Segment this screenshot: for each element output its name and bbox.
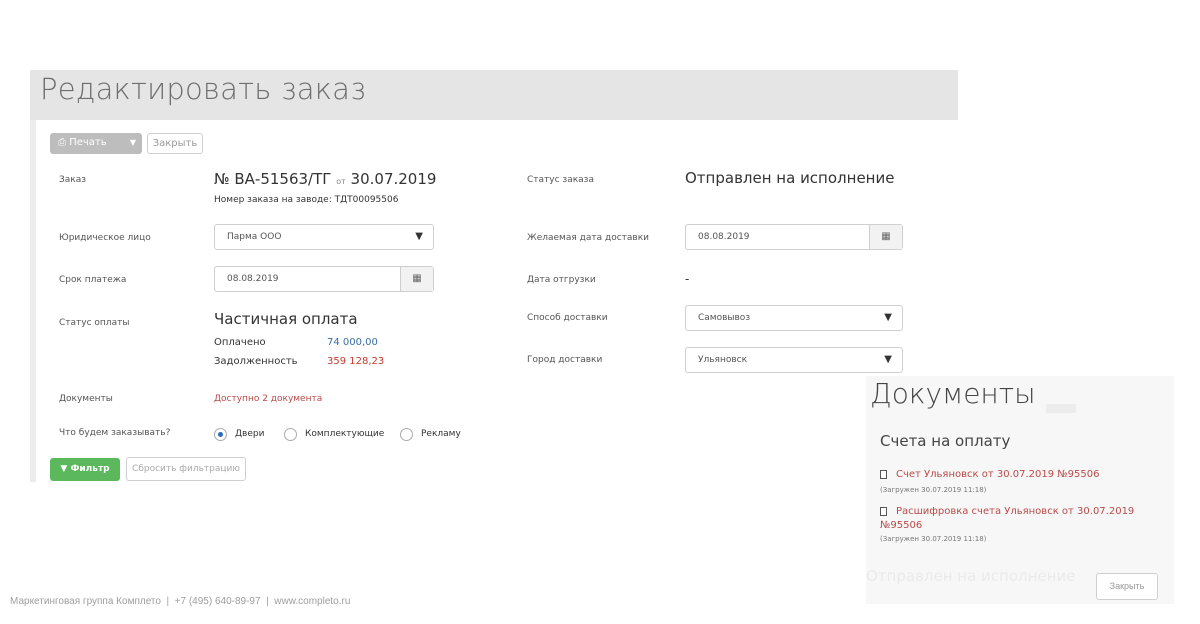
legal-entity-label: Юридическое лицо <box>59 233 151 243</box>
payment-status-value: Частичная оплата <box>214 310 358 328</box>
invoice-meta-1: (Загружен 30.07.2019 11:18) <box>880 486 987 494</box>
desired-delivery-input[interactable]: 08.08.2019 ▦ <box>685 224 903 250</box>
radio-advertising-label: Рекламу <box>421 429 461 439</box>
payment-term-input[interactable]: 08.08.2019 ▦ <box>214 266 434 292</box>
reset-filter-button[interactable]: Сбросить фильтрацию <box>126 457 246 481</box>
order-of-word: от <box>336 177 346 186</box>
order-number-line: № ВА-51563/ТГ от 30.07.2019 <box>214 170 436 188</box>
printer-icon: ⎙ <box>58 137 70 148</box>
radio-components[interactable] <box>284 428 297 441</box>
documents-link[interactable]: Доступно 2 документа <box>214 394 322 404</box>
radio-advertising[interactable] <box>400 428 413 441</box>
documents-label: Документы <box>59 394 113 404</box>
desired-delivery-label: Желаемая дата доставки <box>527 233 649 243</box>
file-icon <box>880 507 887 516</box>
footer-text: Маркетинговая группа Комплето | +7 (495)… <box>10 596 351 607</box>
invoice-meta-2: (Загружен 30.07.2019 11:18) <box>880 535 987 543</box>
ghost-status-text: Отправлен на исполнение <box>866 567 1076 585</box>
paid-value: 74 000,00 <box>327 337 378 348</box>
legal-entity-select[interactable]: Парма ООО ▼ <box>214 224 434 250</box>
invoice-link-2[interactable]: Расшифровка счета Ульяновск от 30.07.201… <box>896 505 1134 518</box>
invoice-link-1[interactable]: Счет Ульяновск от 30.07.2019 №95506 <box>896 468 1099 481</box>
form-left-edge <box>30 120 36 482</box>
order-type-label: Что будем заказывать? <box>59 428 171 438</box>
debt-value: 359 128,23 <box>327 356 385 367</box>
funnel-icon: ▼ <box>60 464 71 474</box>
order-number: № ВА-51563/ТГ <box>214 170 332 188</box>
print-label: Печать <box>69 137 107 148</box>
triangle-down-icon: ▼ <box>415 231 423 242</box>
order-label: Заказ <box>59 175 87 185</box>
calendar-icon[interactable]: ▦ <box>869 225 902 249</box>
delivery-method-label: Способ доставки <box>527 313 608 323</box>
payment-term-label: Срок платежа <box>59 275 127 285</box>
filter-button[interactable]: ▼ Фильтр <box>50 458 120 481</box>
radio-components-label: Комплектующие <box>305 429 385 439</box>
desired-delivery-value: 08.08.2019 <box>698 232 750 242</box>
file-icon <box>880 470 887 479</box>
calendar-icon[interactable]: ▦ <box>400 267 433 291</box>
order-date: 30.07.2019 <box>350 170 437 188</box>
factory-order-number: Номер заказа на заводе: ТДТ00095506 <box>214 195 399 205</box>
delivery-city-select[interactable]: Ульяновск ▼ <box>685 347 903 373</box>
triangle-down-icon: ▼ <box>884 354 892 365</box>
invoices-subtitle: Счета на оплату <box>880 432 1011 450</box>
shipment-date-label: Дата отгрузки <box>527 275 596 285</box>
payment-term-value: 08.08.2019 <box>227 274 279 284</box>
close-button[interactable]: Закрыть <box>147 133 203 154</box>
print-button[interactable]: ⎙ Печать ▼ <box>50 133 142 154</box>
delivery-city-label: Город доставки <box>527 355 603 365</box>
delivery-method-value: Самовывоз <box>698 313 751 323</box>
radio-doors-label: Двери <box>235 429 265 439</box>
legal-entity-value: Парма ООО <box>227 232 282 242</box>
debt-label: Задолженность <box>214 356 298 367</box>
invoice-link-2-cont[interactable]: №95506 <box>880 519 922 532</box>
delivery-city-value: Ульяновск <box>698 355 748 365</box>
delivery-method-select[interactable]: Самовывоз ▼ <box>685 305 903 331</box>
payment-status-label: Статус оплаты <box>59 318 130 328</box>
order-status-value: Отправлен на исполнение <box>685 169 895 187</box>
faint-badge <box>1046 404 1076 413</box>
shipment-date-value: - <box>685 272 690 286</box>
radio-doors[interactable] <box>214 428 227 441</box>
triangle-down-icon: ▼ <box>884 312 892 323</box>
filter-label: Фильтр <box>70 464 110 474</box>
order-status-label: Статус заказа <box>527 175 594 185</box>
paid-label: Оплачено <box>214 337 266 348</box>
caret-down-icon: ▼ <box>129 138 136 147</box>
documents-modal-title: Документы <box>870 377 1036 410</box>
modal-close-button[interactable]: Закрыть <box>1096 573 1158 600</box>
page-title: Редактировать заказ <box>40 72 367 106</box>
